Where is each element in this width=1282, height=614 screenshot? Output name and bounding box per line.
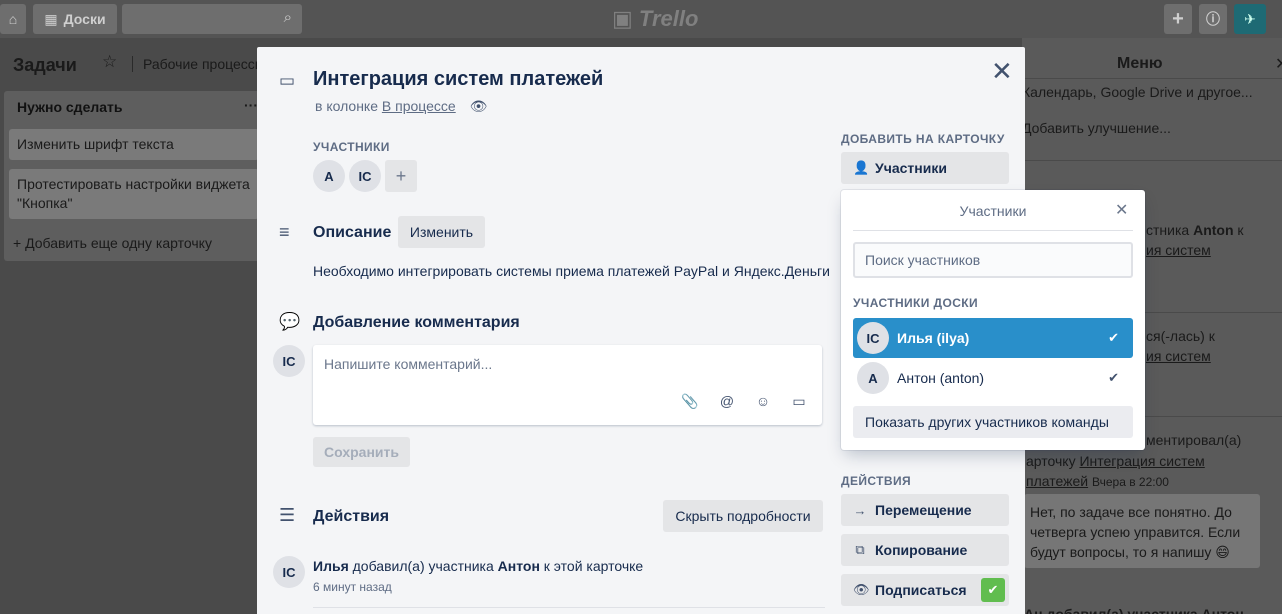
members-popover: Участники ✕ Участники доски IC Илья (ily…	[841, 190, 1145, 450]
divider	[1022, 78, 1282, 79]
activity-card-link[interactable]: ия систем	[1146, 346, 1211, 366]
card-icon[interactable]: ▭	[790, 393, 808, 410]
move-button[interactable]: → Перемещение	[841, 494, 1009, 526]
create-plus-icon[interactable]: +	[1164, 4, 1192, 34]
activity-text: арточку Интеграция систем	[1026, 453, 1205, 469]
card-location: в колонке В процессе 👁	[315, 98, 488, 114]
comment-placeholder: Напишите комментарий...	[324, 356, 493, 372]
check-icon: ✔	[1108, 370, 1119, 385]
member-option[interactable]: IC Илья (ilya) ✔	[853, 318, 1133, 358]
avatar: IC	[273, 556, 305, 588]
list-title[interactable]: Нужно сделать	[17, 99, 123, 115]
edit-description-button[interactable]: Изменить	[398, 216, 485, 248]
close-icon[interactable]: ✕	[991, 58, 1013, 84]
avatar[interactable]: A	[313, 160, 345, 192]
description-text[interactable]: Необходимо интегрировать системы приема …	[313, 263, 830, 279]
member-name: Антон (anton)	[897, 370, 985, 386]
members-label: Участники	[313, 140, 390, 154]
eye-icon: 👁	[853, 582, 870, 597]
check-icon: ✔	[981, 578, 1005, 602]
mention-icon[interactable]: @	[718, 393, 736, 409]
activity-card-link[interactable]: Интеграция систем	[1079, 453, 1204, 469]
comment-title: Добавление комментария	[313, 314, 520, 331]
avatar: A	[857, 362, 889, 394]
close-icon[interactable]: ✕	[1275, 54, 1282, 74]
arrow-right-icon: →	[853, 502, 867, 518]
eye-icon: 👁	[469, 98, 488, 114]
activity-text: ся(-лась) к	[1146, 328, 1215, 344]
card-icon: ▭	[279, 71, 296, 90]
avatar[interactable]: IC	[349, 160, 381, 192]
avatar: IC	[273, 345, 305, 377]
member-name: Илья (ilya)	[897, 330, 970, 346]
boards-button[interactable]: ▦ Доски	[33, 4, 117, 34]
show-team-members-button[interactable]: Показать других участников команды	[853, 406, 1133, 438]
plus-icon: +	[13, 235, 26, 251]
home-icon[interactable]: ⌂	[0, 4, 26, 34]
info-icon[interactable]: ⓘ	[1199, 4, 1227, 34]
close-icon[interactable]: ✕	[1115, 200, 1128, 220]
list-card[interactable]: Изменить шрифт текста	[9, 129, 259, 160]
divider	[853, 230, 1133, 231]
activity-time[interactable]: 6 минут назад	[313, 580, 392, 594]
board-list: Нужно сделать ··· Изменить шрифт текста …	[4, 91, 262, 261]
activity-entry: Илья добавил(а) участника Антон к этой к…	[313, 558, 644, 574]
user-icon: 👤	[853, 160, 870, 175]
activity-card-link[interactable]: ия систем	[1146, 240, 1211, 260]
members-button[interactable]: 👤 Участники	[841, 152, 1009, 184]
menu-title: Меню	[1117, 55, 1163, 72]
comment-bubble: Нет, по задаче все понятно. До четверга …	[1024, 494, 1260, 568]
activity-card-link[interactable]: платежей	[1026, 473, 1088, 489]
add-powerup-link[interactable]: Добавить улучшение...	[1022, 118, 1171, 138]
attachment-icon[interactable]: 📎	[681, 393, 699, 410]
trello-logo[interactable]: ▣ Trello	[612, 6, 698, 32]
actions-label: Действия	[841, 474, 911, 488]
activity-text: ментировал(а)	[1146, 432, 1242, 448]
add-card-button[interactable]: + Добавить еще одну карточку	[13, 235, 212, 251]
copy-button[interactable]: ⧉ Копирование	[841, 534, 1009, 566]
search-icon: ⌕	[283, 9, 292, 26]
boards-label: Доски	[63, 11, 106, 27]
activity-text: платежей Вчера в 22:00	[1026, 471, 1169, 492]
hide-details-button[interactable]: Скрыть подробности	[663, 500, 823, 532]
activity-text: стника Anton к	[1146, 222, 1244, 238]
subscribe-button[interactable]: 👁 Подписаться ✔	[841, 574, 1009, 606]
divider	[1022, 160, 1282, 161]
emoji-icon[interactable]: ☺	[754, 393, 772, 409]
board-members-label: Участники доски	[853, 296, 979, 310]
add-member-button[interactable]: +	[385, 160, 417, 192]
card-title[interactable]: Интеграция систем платежей	[313, 68, 603, 91]
activity-icon: ☰	[279, 505, 296, 525]
powerups-text[interactable]: Календарь, Google Drive и другое...	[1022, 82, 1253, 102]
member-search-input[interactable]	[853, 242, 1133, 278]
copy-icon: ⧉	[855, 542, 865, 557]
column-link[interactable]: В процессе	[382, 98, 456, 114]
add-to-card-label: Добавить на карточку	[841, 132, 1005, 146]
comment-icon: 💬	[279, 312, 301, 331]
avatar: IC	[857, 322, 889, 354]
board-title[interactable]: Задачи	[13, 55, 77, 76]
boards-icon: ▦	[44, 10, 58, 27]
notifications-icon[interactable]: ✈	[1234, 4, 1266, 34]
list-card[interactable]: Протестировать настройки виджета "Кнопка…	[9, 169, 259, 219]
workflow-button[interactable]: Рабочие процессы	[132, 56, 265, 72]
activity-time: Вчера в 22:00	[1091, 475, 1169, 489]
plus-icon: +	[395, 165, 407, 186]
activity-text: Ан добавил(а) участника Антон	[1024, 606, 1244, 614]
comment-input[interactable]: Напишите комментарий... 📎 @ ☺ ▭	[313, 345, 822, 425]
list-menu-icon[interactable]: ···	[244, 97, 258, 113]
description-title: Описание	[313, 224, 392, 241]
description-icon: ≡	[279, 222, 290, 242]
save-button[interactable]: Сохранить	[313, 437, 410, 467]
star-icon[interactable]: ☆	[102, 52, 117, 72]
board-search-input[interactable]: ⌕	[122, 4, 302, 34]
popover-title: Участники	[959, 203, 1027, 219]
divider	[313, 607, 825, 608]
top-bar: ⌂ ▦ Доски ⌕ ▣ Trello + ⓘ ✈	[0, 0, 1282, 38]
activity-title: Действия	[313, 508, 390, 525]
check-icon: ✔	[1108, 330, 1119, 345]
member-option[interactable]: A Антон (anton) ✔	[853, 358, 1133, 398]
